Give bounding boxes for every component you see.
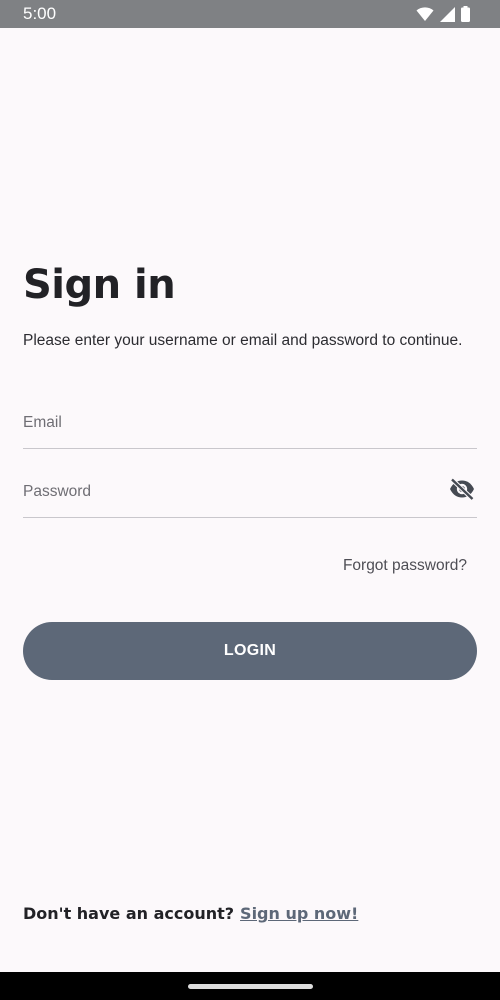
signup-prompt: Don't have an account? <box>23 904 235 923</box>
signup-link[interactable]: Sign up now! <box>240 904 358 923</box>
signup-row: Don't have an account? Sign up now! <box>23 904 358 924</box>
email-field-container <box>23 403 477 449</box>
wifi-icon <box>416 6 434 22</box>
status-bar: 5:00 <box>0 0 500 28</box>
home-indicator[interactable] <box>188 984 313 989</box>
password-field[interactable] <box>23 472 423 512</box>
password-field-container <box>23 472 477 518</box>
navigation-bar <box>0 972 500 1000</box>
page-subtitle: Please enter your username or email and … <box>23 332 463 349</box>
forgot-password-link[interactable]: Forgot password? <box>343 556 467 576</box>
battery-icon <box>461 6 470 22</box>
signal-icon <box>440 6 455 22</box>
status-time: 5:00 <box>23 4 57 23</box>
eye-off-icon[interactable] <box>447 474 477 504</box>
page-title: Sign in <box>23 262 176 308</box>
login-button[interactable]: LOGIN <box>23 622 477 680</box>
status-icons <box>416 5 470 23</box>
email-field[interactable] <box>23 403 423 443</box>
